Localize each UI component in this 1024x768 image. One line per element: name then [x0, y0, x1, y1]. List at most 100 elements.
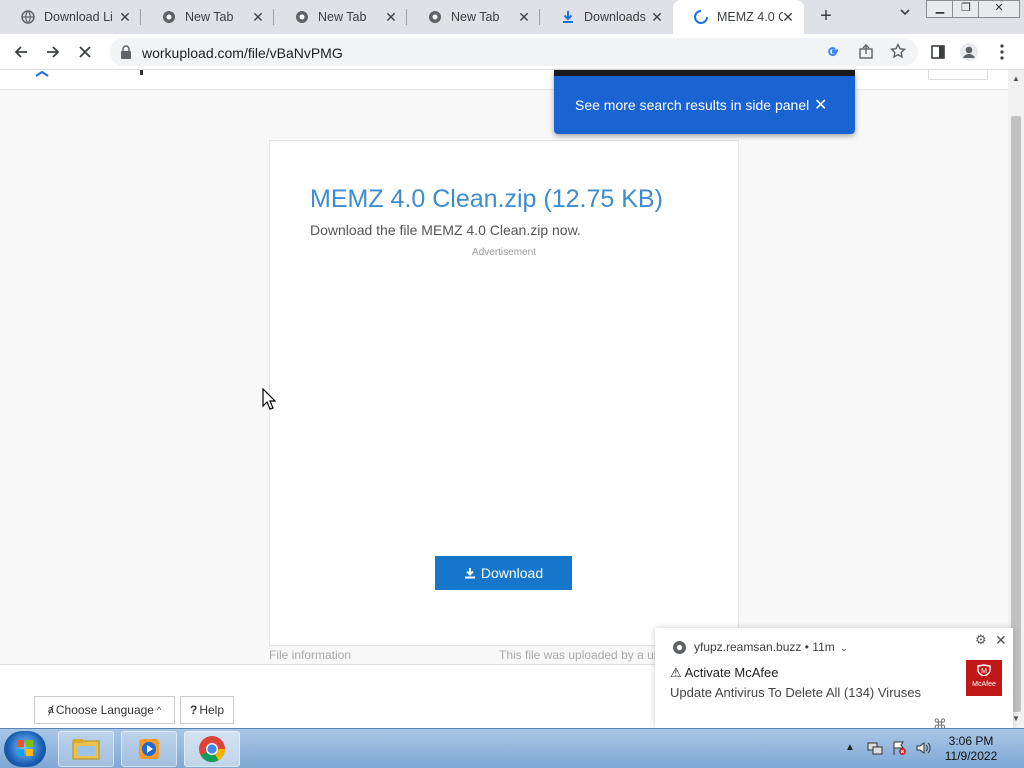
- media-player-icon: [139, 739, 159, 759]
- gear-icon[interactable]: ⚙: [975, 632, 987, 648]
- address-bar[interactable]: workupload.com/file/vBaNvPMG: [110, 38, 918, 66]
- chrome-icon: [294, 9, 310, 25]
- taskbar-media-player[interactable]: [121, 731, 177, 767]
- header-button[interactable]: [928, 70, 988, 80]
- close-window-button[interactable]: ✕: [978, 0, 1020, 18]
- clock-date: 11/9/2022: [944, 749, 998, 763]
- help-button[interactable]: ? Help: [180, 696, 234, 724]
- close-tab-icon[interactable]: ✕: [250, 9, 266, 25]
- chevron-down-icon: [900, 9, 910, 16]
- lock-icon: [121, 45, 131, 59]
- mcafee-shield-icon: M: [977, 664, 991, 677]
- tab-downloads[interactable]: Downloads ✕: [540, 0, 673, 34]
- warning-icon: ⚠: [670, 665, 685, 680]
- chevron-down-icon[interactable]: ⌄: [840, 643, 848, 653]
- network-icon[interactable]: [867, 740, 883, 759]
- folder-icon: [72, 739, 100, 760]
- download-button[interactable]: Download: [435, 556, 572, 590]
- windows-taskbar: ▲ 3:06 PM 11/9/2022: [0, 728, 1024, 768]
- close-tab-icon[interactable]: ✕: [383, 9, 399, 25]
- tab-strip: Download Li ✕ New Tab ✕ New Tab ✕ New Ta…: [0, 0, 1024, 34]
- advertisement-label: Advertisement: [472, 247, 536, 258]
- close-icon: [79, 46, 91, 58]
- download-icon: [560, 9, 576, 25]
- tab-label: New Tab: [318, 10, 367, 24]
- file-subtitle: Download the file MEMZ 4.0 Clean.zip now…: [310, 222, 581, 238]
- windows-logo-icon: [17, 740, 33, 756]
- system-clock[interactable]: 3:06 PM 11/9/2022: [939, 734, 1003, 764]
- close-icon[interactable]: ✕: [995, 632, 1007, 649]
- chrome-icon: [199, 736, 226, 763]
- taskbar-chrome[interactable]: [184, 731, 240, 767]
- callout-close-icon[interactable]: ✕: [814, 95, 827, 115]
- close-tab-icon[interactable]: ✕: [649, 9, 665, 25]
- show-hidden-icons-icon[interactable]: ▲: [845, 742, 855, 753]
- arrow-right-icon: [47, 46, 60, 58]
- tab-label: New Tab: [185, 10, 234, 24]
- start-button[interactable]: [4, 731, 46, 767]
- chrome-icon: [427, 9, 443, 25]
- file-card: MEMZ 4.0 Clean.zip (12.75 KB) Download t…: [269, 140, 739, 646]
- side-panel-button[interactable]: [926, 40, 950, 64]
- browser-toolbar: workupload.com/file/vBaNvPMG: [0, 34, 1024, 70]
- new-tab-button[interactable]: +: [814, 5, 838, 29]
- tab-new-tab-1[interactable]: New Tab ✕: [141, 0, 274, 34]
- tab-label: MEMZ 4.0 Cl: [717, 10, 783, 24]
- site-header: [0, 70, 1008, 90]
- tab-label: New Tab: [451, 10, 500, 24]
- chrome-icon: [161, 9, 177, 25]
- mouse-cursor-icon: [262, 388, 276, 410]
- notification-site: yfupz.reamsan.buzz: [694, 640, 802, 654]
- tab-new-tab-2[interactable]: New Tab ✕: [274, 0, 407, 34]
- download-label: Download: [480, 565, 544, 581]
- close-tab-icon[interactable]: ✕: [780, 9, 796, 25]
- help-label: Help: [199, 703, 225, 717]
- callout-message: See more search results in side panel: [575, 97, 810, 113]
- tab-download-links[interactable]: Download Li ✕: [0, 0, 141, 34]
- scrollbar-thumb[interactable]: [1011, 116, 1021, 712]
- share-icon[interactable]: [858, 44, 874, 63]
- kebab-menu-icon: [1000, 44, 1004, 60]
- chrome-icon: [673, 641, 686, 654]
- forward-button[interactable]: [41, 40, 65, 64]
- volume-icon[interactable]: [915, 740, 931, 759]
- minimize-button[interactable]: ▁: [926, 0, 954, 18]
- avatar-icon: [960, 43, 978, 61]
- action-center-flag-icon[interactable]: [891, 740, 907, 759]
- uploaded-by-text: This file was uploaded by a us: [499, 648, 660, 662]
- tab-new-tab-3[interactable]: New Tab ✕: [407, 0, 540, 34]
- notification-source: yfupz.reamsan.buzz • 11m ⌄: [694, 640, 848, 654]
- back-button[interactable]: [9, 40, 33, 64]
- scroll-up-arrow-icon[interactable]: ▲: [1011, 74, 1021, 84]
- loading-icon: [693, 9, 709, 25]
- tab-label: Downloads: [584, 10, 646, 24]
- taskbar-explorer[interactable]: [58, 731, 114, 767]
- push-notification[interactable]: yfupz.reamsan.buzz • 11m ⌄ ⚙ ✕ ⚠ Activat…: [655, 628, 1013, 732]
- download-icon: [464, 568, 475, 579]
- site-logo[interactable]: [34, 70, 50, 80]
- stop-loading-button[interactable]: [73, 40, 97, 64]
- restore-button[interactable]: ❐: [952, 0, 980, 18]
- translate-icon: ⱥ: [47, 704, 54, 716]
- google-lens-icon[interactable]: [826, 44, 840, 61]
- choose-language-button[interactable]: ⱥ Choose Language ^: [34, 696, 175, 724]
- language-label: Choose Language: [55, 703, 154, 717]
- question-icon: ?: [189, 703, 198, 717]
- bookmark-star-icon[interactable]: [889, 42, 907, 62]
- svg-text:M: M: [981, 668, 987, 675]
- notification-body: Update Antivirus To Delete All (134) Vir…: [670, 685, 921, 700]
- side-panel-icon: [931, 45, 945, 59]
- system-tray: ▲ 3:06 PM 11/9/2022: [845, 729, 1024, 768]
- close-tab-icon[interactable]: ✕: [117, 9, 133, 25]
- side-panel-promo-callout: See more search results in side panel ✕: [554, 70, 855, 134]
- menu-button[interactable]: [990, 40, 1014, 64]
- mcafee-logo: M McAfee: [966, 660, 1002, 696]
- file-title: MEMZ 4.0 Clean.zip (12.75 KB): [310, 185, 663, 213]
- tab-memz-active[interactable]: MEMZ 4.0 Cl ✕: [673, 0, 804, 34]
- close-tab-icon[interactable]: ✕: [516, 9, 532, 25]
- tab-search-button[interactable]: [894, 6, 916, 28]
- notification-age: 11m: [812, 640, 835, 654]
- profile-button[interactable]: [957, 40, 981, 64]
- arrow-left-icon: [14, 46, 27, 58]
- chevron-up-icon: ^: [156, 705, 162, 715]
